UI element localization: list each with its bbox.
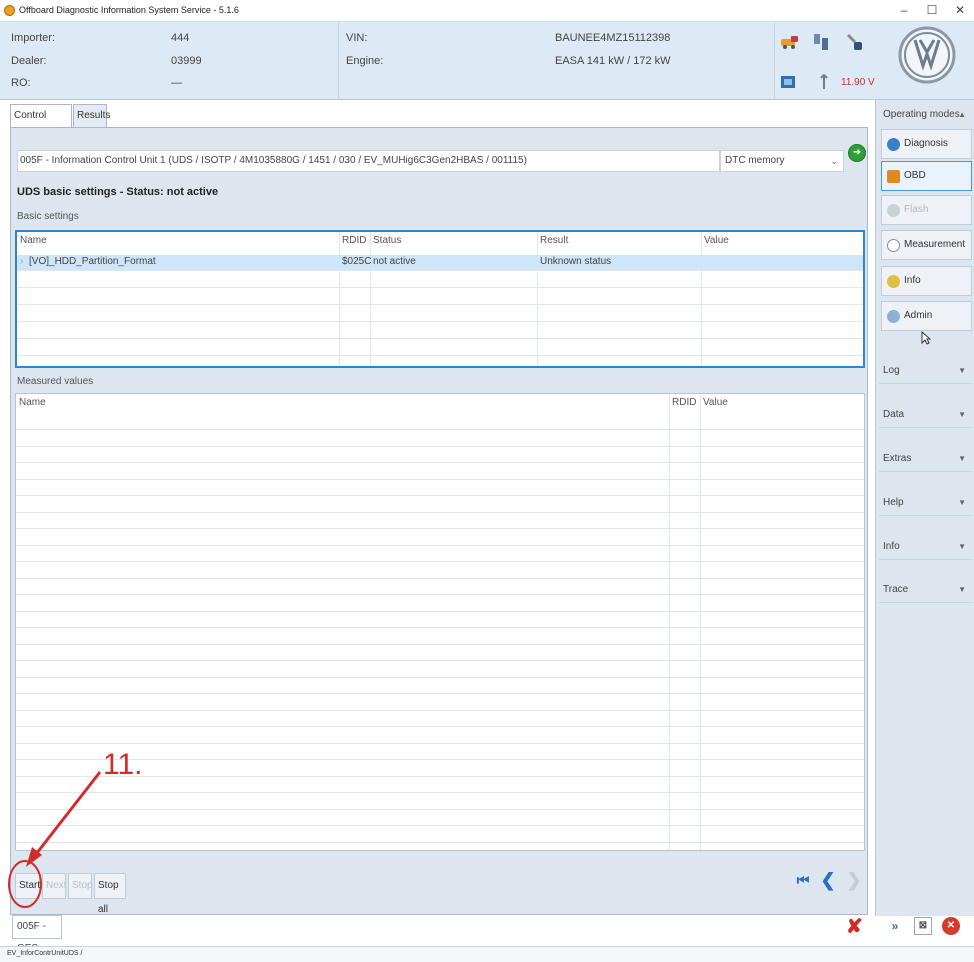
annotation-overlay [8, 771, 102, 908]
annotation-step-number: 11. [103, 748, 143, 781]
annotation-arrow-line [31, 771, 102, 859]
annotation-circle [8, 860, 42, 908]
